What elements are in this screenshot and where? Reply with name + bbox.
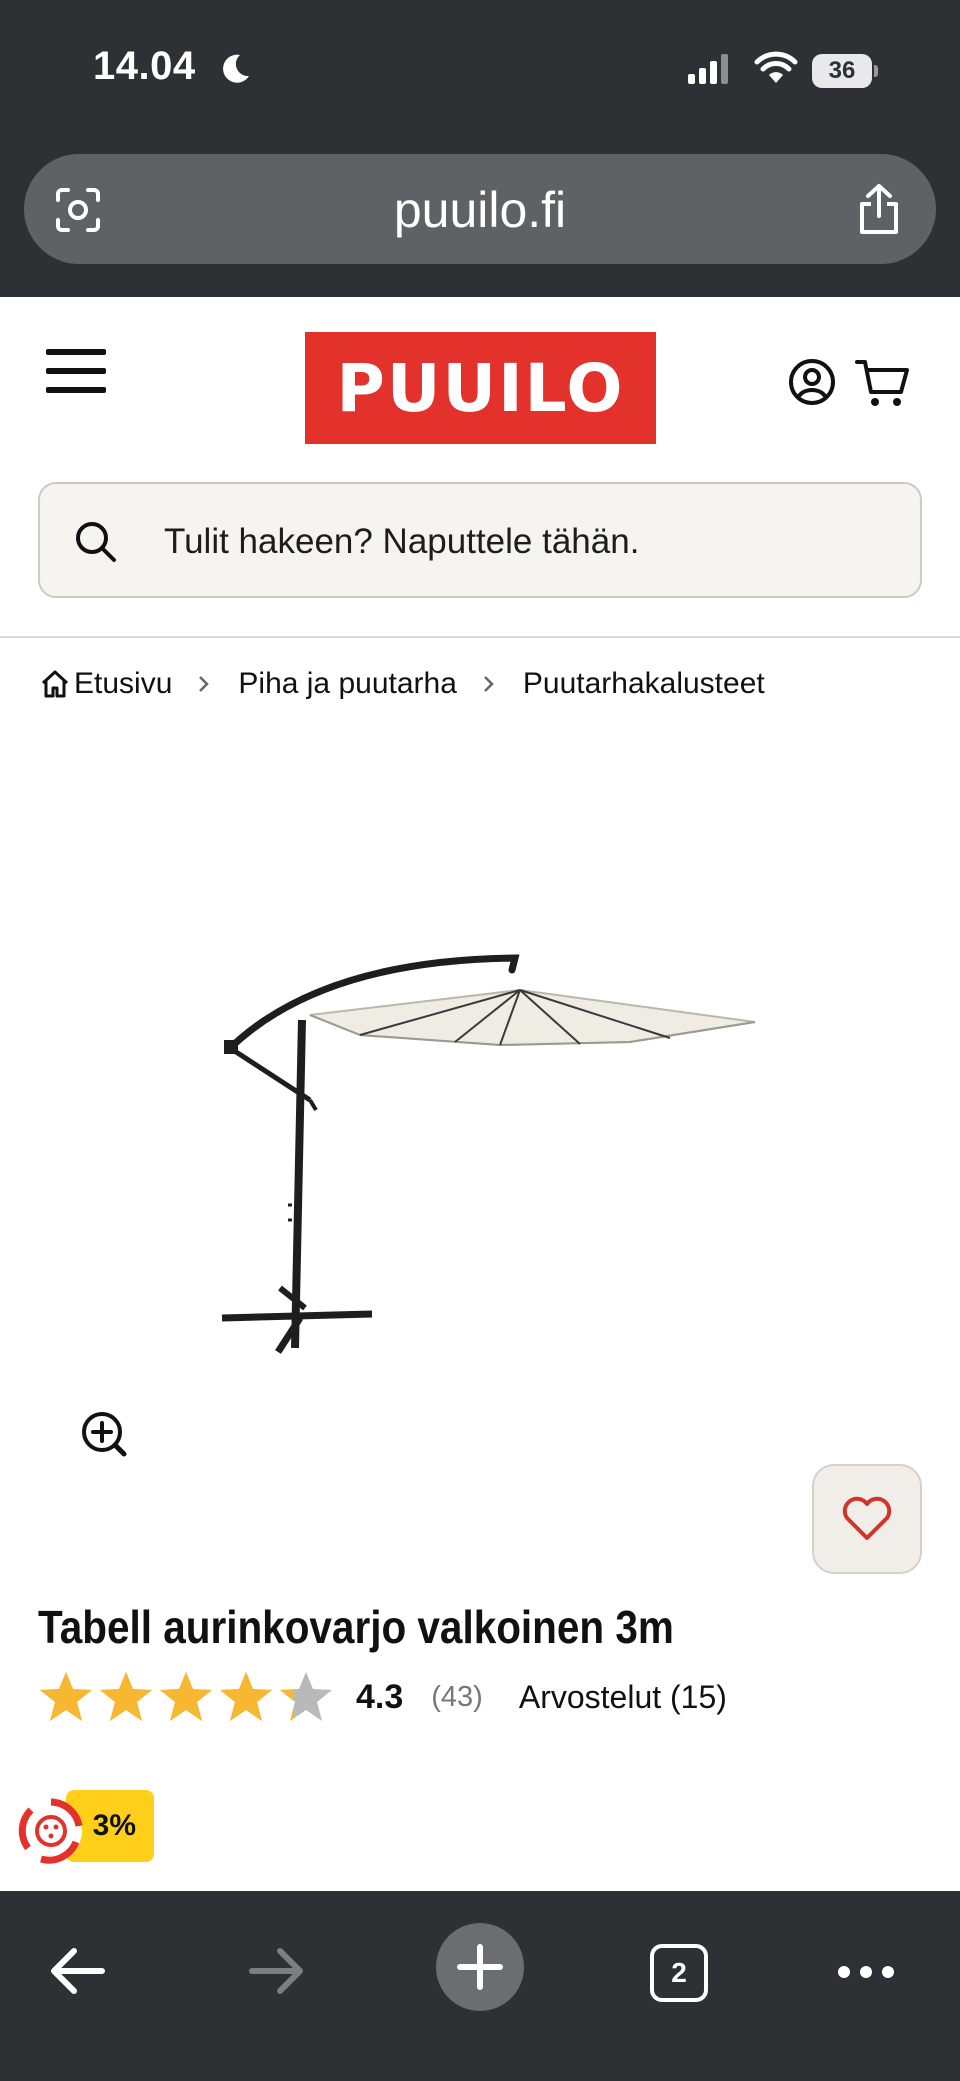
rating-stars [36,1669,336,1725]
battery-icon: 36 [812,54,878,88]
search-input[interactable]: Tulit hakeen? Naputtele tähän. [164,522,639,562]
status-time: 14.04 [93,44,196,88]
plus-icon [457,1944,503,1990]
reviews-link[interactable]: Arvostelut (15) [519,1679,727,1716]
product-image[interactable] [200,940,780,1360]
promo-icon[interactable] [16,1796,86,1866]
rating-row: 4.3 (43) Arvostelut (15) [36,1667,727,1727]
breadcrumb-category[interactable]: Piha ja puutarha [238,667,457,701]
share-icon[interactable] [856,182,902,236]
rating-count: (43) [431,1680,483,1713]
signal-icon [688,54,728,84]
url-text: puuilo.fi [393,182,567,238]
address-bar[interactable]: puuilo.fi [24,154,936,264]
tabs-button[interactable]: 2 [650,1944,708,2002]
breadcrumb-subcategory[interactable]: Puutarhakalusteet [523,667,765,701]
new-tab-button[interactable] [436,1923,524,2011]
cart-icon[interactable] [855,358,911,410]
product-title: Tabell aurinkovarjo valkoinen 3m [38,1601,674,1653]
home-icon[interactable] [40,669,70,699]
tab-count: 2 [671,1957,687,1988]
wifi-icon [754,51,798,83]
rating-value: 4.3 [356,1677,404,1716]
back-icon[interactable] [48,1946,106,1996]
zoom-in-icon[interactable] [80,1410,128,1458]
hamburger-menu-icon[interactable] [46,349,106,393]
star-icon [100,1672,152,1721]
breadcrumb-home[interactable]: Etusivu [74,667,172,701]
heart-icon [842,1496,892,1540]
breadcrumb: Etusivu Piha ja puutarha Puutarhakaluste… [40,664,765,704]
search-bar[interactable]: Tulit hakeen? Naputtele tähän. [38,482,922,598]
wishlist-button[interactable] [812,1464,922,1574]
browser-bottom-toolbar: 2 [0,1891,960,2081]
logo-text: PUUILO [336,349,625,427]
battery-level: 36 [828,57,856,84]
star-icon [220,1672,272,1721]
browser-top-chrome: 14.04 36 puuilo.fi [0,0,960,297]
header-divider [0,636,960,638]
chevron-right-icon [199,676,210,692]
account-icon[interactable] [788,358,836,406]
search-icon [76,522,116,562]
chevron-right-icon [484,676,494,692]
moon-icon [223,54,249,83]
puuilo-logo[interactable]: PUUILO [305,332,656,444]
star-icon [160,1672,212,1721]
forward-icon[interactable] [248,1946,306,1996]
star-icon [280,1672,332,1721]
star-icon [40,1672,92,1721]
more-icon[interactable] [836,1962,896,1982]
